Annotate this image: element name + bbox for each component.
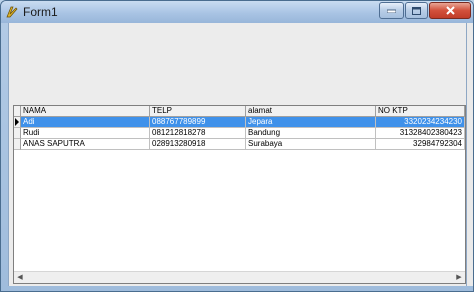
horizontal-scrollbar[interactable]: ◀ ▶: [14, 271, 465, 283]
grid-header: NAMA TELP alamat NO KTP: [14, 106, 465, 117]
column-header[interactable]: NAMA: [21, 106, 150, 117]
app-icon[interactable]: [5, 5, 19, 19]
data-grid[interactable]: NAMA TELP alamat NO KTP Adi 088767789899 Jepa…: [13, 105, 466, 284]
table-cell[interactable]: 31328402380423: [376, 128, 465, 139]
title-bar[interactable]: Form1: [1, 1, 473, 23]
current-row-arrow-icon: [15, 118, 19, 126]
row-indicator-cell[interactable]: [14, 128, 21, 139]
window-title: Form1: [23, 5, 58, 19]
table-row[interactable]: Rudi 081212818278 Bandung 31328402380423: [14, 128, 465, 139]
minimize-button[interactable]: [379, 2, 404, 19]
column-header[interactable]: NO KTP: [376, 106, 465, 117]
vertical-scrollbar[interactable]: [467, 23, 473, 286]
header-indicator-cell: [14, 106, 21, 117]
minimize-icon: [387, 9, 396, 13]
table-cell[interactable]: Bandung: [246, 128, 376, 139]
row-indicator-cell[interactable]: [14, 117, 21, 128]
row-indicator-cell[interactable]: [14, 139, 21, 150]
close-icon: [445, 6, 455, 15]
table-row[interactable]: Adi 088767789899 Jepara 3320234234230: [14, 117, 465, 128]
scroll-left-icon[interactable]: ◀: [15, 273, 25, 282]
form-client-area: NAMA TELP alamat NO KTP Adi 088767789899 Jepa…: [8, 23, 467, 286]
column-header[interactable]: alamat: [246, 106, 376, 117]
column-header[interactable]: TELP: [150, 106, 246, 117]
table-cell[interactable]: Adi: [21, 117, 150, 128]
table-cell[interactable]: Jepara: [246, 117, 376, 128]
maximize-icon: [412, 6, 421, 15]
table-cell[interactable]: Surabaya: [246, 139, 376, 150]
table-cell[interactable]: 081212818278: [150, 128, 246, 139]
window-bottom-border: [1, 286, 473, 291]
table-row[interactable]: ANAS SAPUTRA 028913280918 Surabaya 32984792…: [14, 139, 465, 150]
table-cell[interactable]: 028913280918: [150, 139, 246, 150]
table-cell[interactable]: ANAS SAPUTRA: [21, 139, 150, 150]
close-button[interactable]: [429, 2, 471, 19]
table-cell[interactable]: 32984792304: [376, 139, 465, 150]
form-window: Form1 NAMA TELP alamat NO KTP Adi 0887677898…: [0, 0, 474, 292]
scroll-right-icon[interactable]: ▶: [454, 273, 464, 282]
table-cell[interactable]: 3320234234230: [376, 117, 465, 128]
table-cell[interactable]: Rudi: [21, 128, 150, 139]
maximize-button[interactable]: [405, 2, 428, 19]
table-cell[interactable]: 088767789899: [150, 117, 246, 128]
